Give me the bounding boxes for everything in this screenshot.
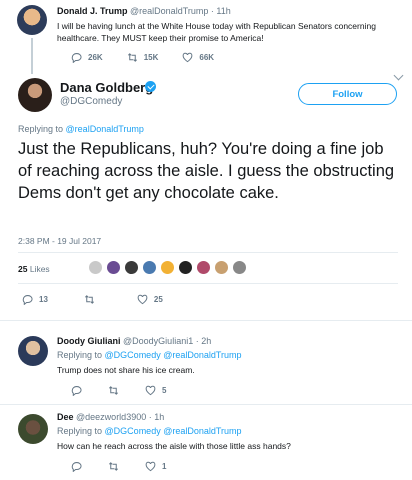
tweet-timestamp[interactable]: 2:38 PM - 19 Jul 2017 xyxy=(18,236,101,246)
tweet-actions: 26K 15K 66K xyxy=(71,52,238,63)
tweet-time[interactable]: 1h xyxy=(154,412,164,422)
avatar[interactable] xyxy=(18,78,52,112)
reply-icon xyxy=(71,386,82,396)
reply-icon xyxy=(22,295,33,305)
liker-avatar[interactable] xyxy=(196,260,211,275)
replying-to: Replying to @realDonaldTrump xyxy=(18,124,144,134)
likes-count: 25 xyxy=(18,264,28,274)
reply-icon xyxy=(71,462,82,472)
heart-icon xyxy=(145,461,156,472)
retweet-button[interactable] xyxy=(108,461,119,472)
like-count: 66K xyxy=(199,53,215,62)
separator-dot: · xyxy=(148,412,152,422)
separator-dot: · xyxy=(195,336,199,346)
replying-to-handle[interactable]: @DGComedy @realDonaldTrump xyxy=(105,426,242,436)
author-name[interactable]: Doody Giuliani xyxy=(57,336,121,346)
divider xyxy=(18,283,398,284)
replying-to: Replying to @DGComedy @realDonaldTrump xyxy=(57,350,242,360)
like-count: 25 xyxy=(153,295,163,304)
replying-to-prefix: Replying to xyxy=(57,350,103,360)
follow-button[interactable]: Follow xyxy=(298,83,397,105)
divider xyxy=(0,404,412,405)
liker-avatar[interactable] xyxy=(178,260,193,275)
replying-to-prefix: Replying to xyxy=(57,426,103,436)
tweet-actions: 5 xyxy=(71,385,190,396)
divider xyxy=(18,252,398,253)
like-button[interactable]: 5 xyxy=(145,385,166,396)
heart-icon xyxy=(137,294,148,305)
tweet-actions: 13 25 xyxy=(22,294,199,305)
retweet-icon xyxy=(127,53,137,62)
heart-icon xyxy=(183,52,193,63)
liker-avatar[interactable] xyxy=(214,260,229,275)
replying-to-prefix: Replying to xyxy=(18,124,64,134)
retweet-button[interactable] xyxy=(108,385,119,396)
retweet-icon xyxy=(109,386,118,395)
author-handle[interactable]: @DGComedy xyxy=(60,96,122,107)
like-count: 1 xyxy=(162,462,167,471)
author-name[interactable]: Dee xyxy=(57,412,74,422)
liker-avatar[interactable] xyxy=(106,260,121,275)
thread-connector-line xyxy=(31,38,33,74)
liker-avatar[interactable] xyxy=(160,260,175,275)
avatar[interactable] xyxy=(17,5,47,35)
like-button[interactable]: 66K xyxy=(182,52,214,63)
author-handle[interactable]: @DoodyGiuliani1 xyxy=(123,336,193,346)
retweet-button[interactable]: 15K xyxy=(127,52,159,63)
author-name[interactable]: Donald J. Trump xyxy=(57,6,128,16)
liker-avatar[interactable] xyxy=(124,260,139,275)
reply-button[interactable] xyxy=(71,385,82,396)
liker-avatars xyxy=(88,260,247,275)
tweet-text: How can he reach across the aisle with t… xyxy=(57,441,291,451)
parent-tweet[interactable]: Donald J. Trump @realDonaldTrump · 11h I… xyxy=(0,0,412,74)
heart-icon xyxy=(145,385,156,396)
avatar[interactable] xyxy=(18,414,48,444)
tweet-text: I will be having lunch at the White Hous… xyxy=(57,21,376,43)
like-button[interactable]: 1 xyxy=(145,461,166,472)
verified-badge-icon xyxy=(145,81,156,92)
tweet-time[interactable]: 2h xyxy=(201,336,211,346)
likes-summary[interactable]: 25 Likes xyxy=(18,264,50,274)
liker-avatar[interactable] xyxy=(88,260,103,275)
author-handle[interactable]: @deezworld3900 xyxy=(76,412,146,422)
tweet-time[interactable]: 11h xyxy=(216,6,230,16)
like-button[interactable]: 25 xyxy=(137,294,163,305)
reply-header: Doody Giuliani @DoodyGiuliani1 · 2h xyxy=(57,336,211,346)
divider xyxy=(0,320,412,321)
separator-dot: · xyxy=(210,6,214,16)
reply-button[interactable]: 13 xyxy=(22,294,48,305)
replying-to-handle[interactable]: @DGComedy @realDonaldTrump xyxy=(105,350,242,360)
author-handle[interactable]: @realDonaldTrump xyxy=(130,6,208,16)
likes-label: Likes xyxy=(29,264,50,274)
reply-button[interactable]: 26K xyxy=(71,52,103,63)
parent-header: Donald J. Trump @realDonaldTrump · 11h xyxy=(57,6,231,16)
replying-to: Replying to @DGComedy @realDonaldTrump xyxy=(57,426,242,436)
reply-icon xyxy=(71,53,82,63)
reply-count: 26K xyxy=(88,53,103,62)
avatar[interactable] xyxy=(18,336,48,366)
reply-button[interactable] xyxy=(71,461,82,472)
replying-to-handle[interactable]: @realDonaldTrump xyxy=(66,124,144,134)
chevron-down-icon[interactable] xyxy=(393,70,404,81)
liker-avatar[interactable] xyxy=(142,260,157,275)
reply-header: Dee @deezworld3900 · 1h xyxy=(57,412,164,422)
retweet-button[interactable] xyxy=(84,294,101,305)
liker-avatar[interactable] xyxy=(232,260,247,275)
tweet-actions: 1 xyxy=(71,461,190,472)
author-name[interactable]: Dana Goldberg xyxy=(60,80,153,95)
retweet-icon xyxy=(109,462,118,471)
reply-count: 13 xyxy=(39,295,48,304)
like-count: 5 xyxy=(162,386,167,395)
tweet-text: Just the Republicans, huh? You're doing … xyxy=(18,140,395,202)
retweet-count: 15K xyxy=(143,53,159,62)
tweet-text: Trump does not share his ice cream. xyxy=(57,365,195,375)
retweet-icon xyxy=(84,295,94,304)
